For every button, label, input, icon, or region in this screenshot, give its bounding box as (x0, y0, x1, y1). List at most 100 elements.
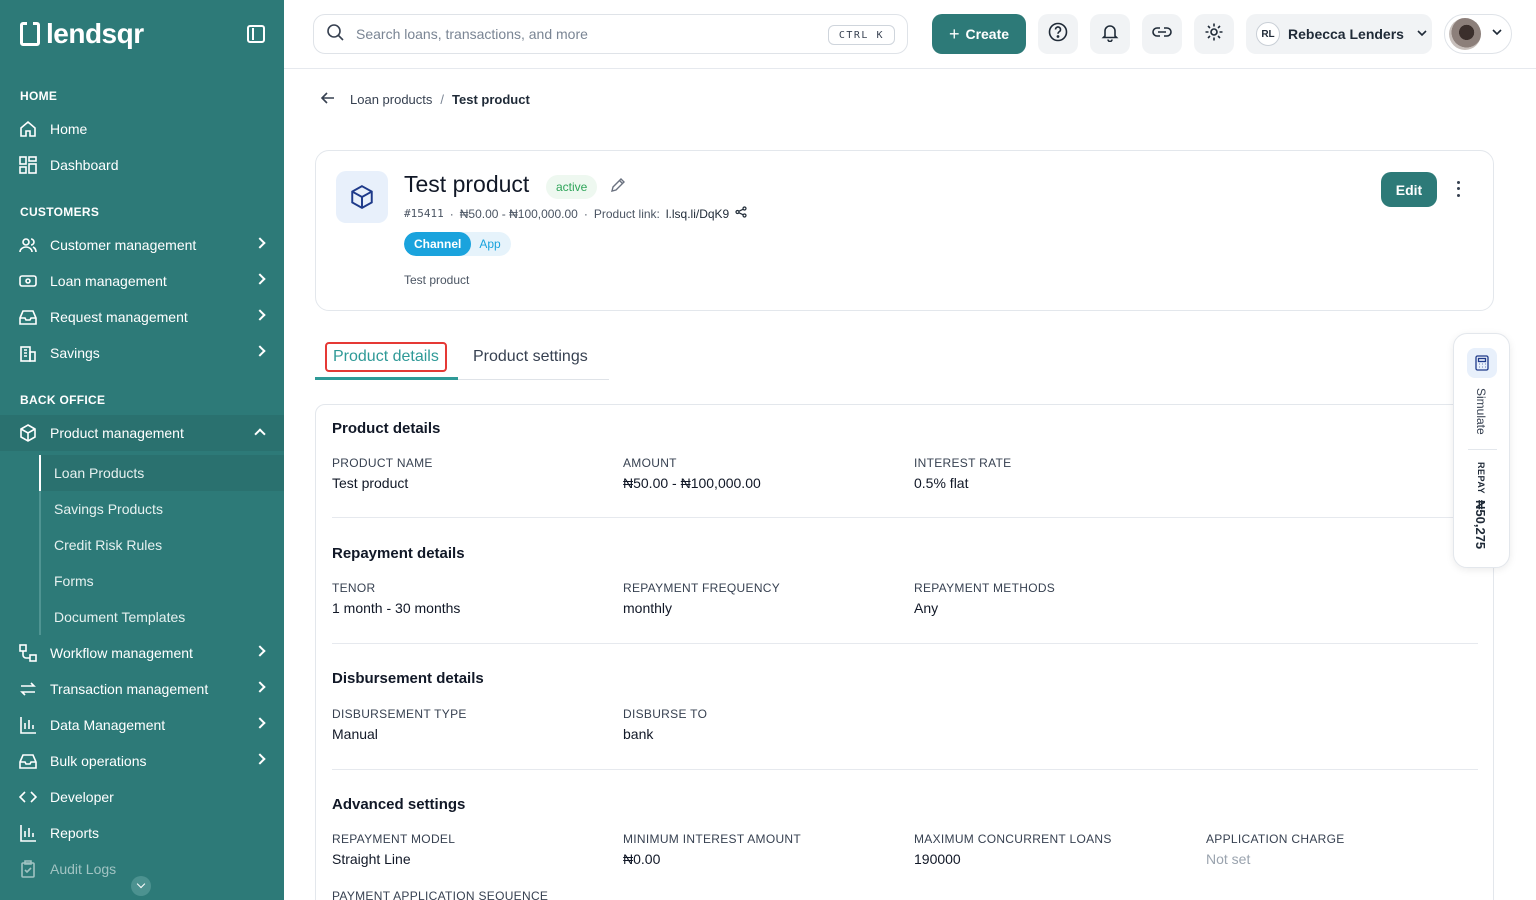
field-value: Straight Line (332, 851, 411, 867)
scroll-down-icon[interactable] (131, 876, 151, 896)
product-link-label: Product link: (593, 206, 660, 221)
back-arrow-icon[interactable] (320, 90, 336, 109)
sidebar-item-label: Product management (50, 425, 184, 441)
breadcrumb-parent[interactable]: Loan products (350, 92, 432, 107)
sidebar-subitem-document-templates[interactable]: Document Templates (41, 599, 284, 635)
share-icon[interactable] (735, 206, 747, 221)
meta-dot: · (449, 206, 454, 221)
field-label: MAXIMUM CONCURRENT LOANS (914, 832, 1112, 846)
chevron-right-icon (254, 309, 266, 321)
sidebar-item-label: Audit Logs (50, 861, 117, 877)
breadcrumb-current: Test product (452, 92, 530, 107)
tab-product-details[interactable]: Product details (325, 342, 447, 372)
simulate-label: Simulate (1474, 388, 1488, 435)
sidebar: lendsqr HOME Home Dashboard CUSTOMERS Cu… (0, 0, 284, 900)
field-label: REPAYMENT MODEL (332, 832, 456, 846)
field-value: monthly (623, 600, 673, 616)
sidebar-item-bulk-operations[interactable]: Bulk operations (0, 743, 284, 779)
sidebar-item-dashboard[interactable]: Dashboard (0, 147, 284, 183)
edit-button[interactable]: Edit (1381, 172, 1437, 207)
field-label: AMOUNT (623, 456, 677, 470)
field-value: Manual (332, 726, 378, 742)
user-name: Rebecca Lenders (1288, 26, 1404, 42)
pencil-icon[interactable] (610, 177, 626, 198)
meta-dot: · (583, 206, 588, 221)
chevron-right-icon (254, 717, 266, 729)
field-value: bank (623, 726, 654, 742)
more-options-icon[interactable] (1452, 179, 1464, 199)
simulate-panel[interactable]: Simulate REPAY ₦50,275 (1453, 333, 1510, 568)
sidebar-item-label: Reports (50, 825, 100, 841)
divider (332, 517, 1478, 518)
sidebar-item-label: Request management (50, 309, 188, 325)
sidebar-item-customer-management[interactable]: Customer management (0, 227, 284, 263)
sidebar-item-label: Savings (50, 345, 100, 361)
sidebar-item-loan-management[interactable]: Loan management (0, 263, 284, 299)
notifications-button[interactable] (1090, 14, 1130, 54)
workflow-icon (18, 643, 38, 663)
links-button[interactable] (1142, 14, 1182, 54)
field-product-name: PRODUCT NAME Test product (332, 456, 433, 491)
field-value: 1 month - 30 months (332, 600, 461, 616)
field-label: APPLICATION CHARGE (1206, 832, 1345, 846)
field-label: MINIMUM INTEREST AMOUNT (623, 832, 802, 846)
product-header-card: Test product active #15411 · ₦50.00 - ₦1… (315, 150, 1494, 311)
product-link[interactable]: l.lsq.li/DqK9 (666, 207, 729, 221)
sidebar-item-savings[interactable]: Savings (0, 335, 284, 371)
brand-logo[interactable]: lendsqr (20, 18, 144, 50)
sidebar-subitem-loan-products[interactable]: Loan Products (39, 455, 284, 491)
sidebar-subitem-savings-products[interactable]: Savings Products (41, 491, 284, 527)
field-label: INTEREST RATE (914, 456, 1012, 470)
create-button[interactable]: + Create (932, 14, 1026, 54)
help-icon (1048, 22, 1068, 47)
profile-menu[interactable] (1444, 14, 1512, 54)
sidebar-item-request-management[interactable]: Request management (0, 299, 284, 335)
field-label: PAYMENT APPLICATION SEQUENCE (332, 889, 549, 900)
clipboard-icon (18, 859, 38, 879)
sidebar-item-home[interactable]: Home (0, 111, 284, 147)
sidebar-item-reports[interactable]: Reports (0, 815, 284, 851)
user-initials: RL (1256, 22, 1280, 46)
link-icon (1152, 22, 1172, 47)
field-value: 0.5% flat (914, 475, 969, 491)
field-maximum-concurrent-loans: MAXIMUM CONCURRENT LOANS 190000 (914, 832, 1112, 867)
sidebar-item-product-management[interactable]: Product management (0, 415, 284, 451)
sidebar-item-transaction-management[interactable]: Transaction management (0, 671, 284, 707)
repay-amount: ₦50,275 (1473, 500, 1488, 550)
search-icon (326, 23, 344, 46)
chevron-down-icon (1491, 25, 1503, 43)
inbox-icon (18, 307, 38, 327)
product-description: Test product (404, 273, 470, 287)
divider (1468, 449, 1497, 450)
field-amount: AMOUNT ₦50.00 - ₦100,000.00 (623, 456, 761, 491)
sidebar-subitem-forms[interactable]: Forms (41, 563, 284, 599)
help-button[interactable] (1038, 14, 1078, 54)
user-menu[interactable]: RL Rebecca Lenders (1246, 14, 1432, 54)
calculator-icon (1467, 348, 1497, 378)
sidebar-item-data-management[interactable]: Data Management (0, 707, 284, 743)
field-tenor: TENOR 1 month - 30 months (332, 581, 460, 616)
product-amount-range: ₦50.00 - ₦100,000.00 (459, 206, 578, 221)
box-icon (18, 423, 38, 443)
field-repayment-model: REPAYMENT MODEL Straight Line (332, 832, 455, 867)
dashboard-icon (18, 155, 38, 175)
field-repayment-methods: REPAYMENT METHODS Any (914, 581, 1055, 616)
sidebar-item-workflow-management[interactable]: Workflow management (0, 635, 284, 671)
sidebar-subitem-credit-risk-rules[interactable]: Credit Risk Rules (41, 527, 284, 563)
search-input[interactable] (356, 26, 796, 42)
users-icon (18, 235, 38, 255)
settings-button[interactable] (1194, 14, 1234, 54)
tab-product-settings[interactable]: Product settings (473, 342, 588, 372)
transfer-icon (18, 679, 38, 699)
bank-icon (18, 343, 38, 363)
tag-value: App (479, 237, 501, 251)
sidebar-item-label: Transaction management (50, 681, 209, 697)
plus-icon: + (948, 23, 960, 44)
sidebar-item-developer[interactable]: Developer (0, 779, 284, 815)
collapse-sidebar-icon[interactable] (247, 25, 265, 43)
section-disbursement-details-title: Disbursement details (332, 670, 484, 687)
tab-bar: Product details Product settings (315, 334, 609, 380)
search-bar[interactable]: CTRL K (313, 14, 908, 54)
reports-icon (18, 823, 38, 843)
field-value: ₦50.00 - ₦100,000.00 (623, 475, 761, 491)
